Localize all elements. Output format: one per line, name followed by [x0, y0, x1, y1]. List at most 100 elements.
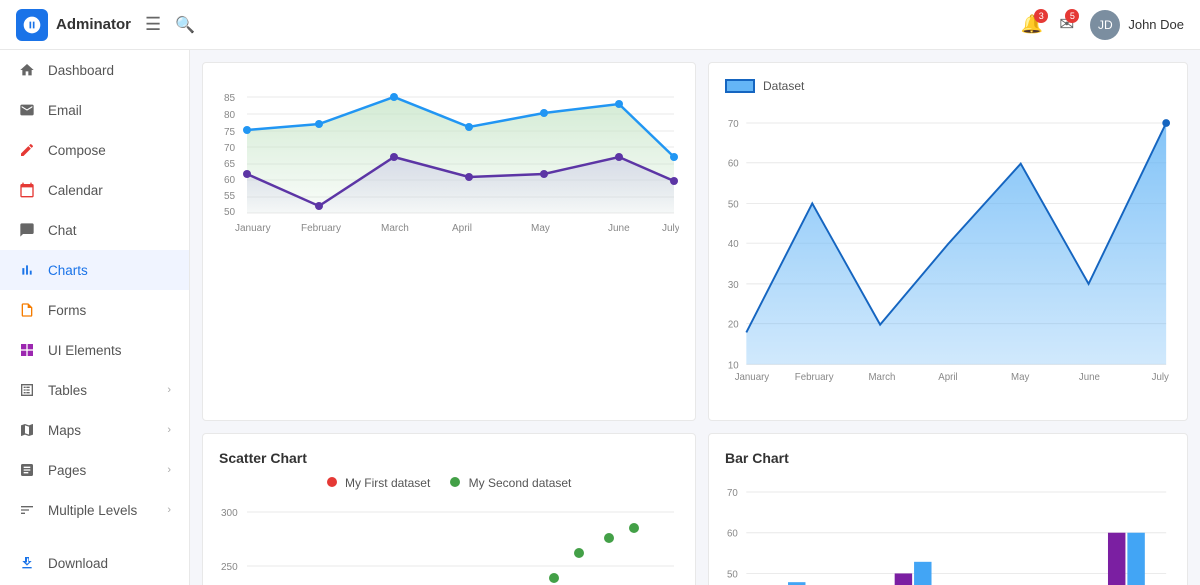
- svg-text:60: 60: [727, 529, 738, 540]
- sidebar-item-charts-label: Charts: [48, 263, 171, 278]
- sidebar-item-dashboard-label: Dashboard: [48, 63, 171, 78]
- line-chart-card: 85 80 75 70 65 60 55 50: [202, 62, 696, 421]
- dataset-legend-box: [725, 79, 755, 93]
- svg-text:February: February: [795, 372, 834, 383]
- user-profile[interactable]: JD John Doe: [1090, 10, 1184, 40]
- header-left: Adminator ☰ 🔍: [16, 9, 195, 41]
- sidebar-item-chat[interactable]: Chat: [0, 210, 189, 250]
- sidebar-item-download[interactable]: Download: [0, 541, 189, 585]
- hamburger-icon[interactable]: ☰: [145, 14, 161, 35]
- svg-text:70: 70: [224, 143, 236, 154]
- svg-text:60: 60: [728, 159, 739, 170]
- sidebar-item-ui-elements[interactable]: UI Elements: [0, 330, 189, 370]
- svg-text:April: April: [938, 372, 957, 383]
- logo: Adminator: [16, 9, 131, 41]
- sidebar-item-charts[interactable]: Charts: [0, 250, 189, 290]
- sidebar-item-calendar[interactable]: Calendar: [0, 170, 189, 210]
- bar-chart-card: Bar Chart 70 60 50: [708, 433, 1188, 585]
- svg-text:300: 300: [221, 508, 238, 519]
- svg-text:March: March: [868, 372, 895, 383]
- bar: [914, 562, 931, 585]
- sidebar-item-dashboard[interactable]: Dashboard: [0, 50, 189, 90]
- svg-text:75: 75: [224, 127, 236, 138]
- sidebar-item-compose[interactable]: Compose: [0, 130, 189, 170]
- svg-text:February: February: [301, 223, 341, 234]
- svg-text:85: 85: [224, 93, 236, 104]
- chat-icon: [18, 221, 36, 239]
- sidebar-item-multiple-levels[interactable]: Multiple Levels ›: [0, 490, 189, 530]
- sidebar-item-email-label: Email: [48, 103, 171, 118]
- avatar: JD: [1090, 10, 1120, 40]
- main-content: 85 80 75 70 65 60 55 50: [190, 50, 1200, 585]
- legend-dot-1: [327, 477, 337, 487]
- sidebar-item-email[interactable]: Email: [0, 90, 189, 130]
- user-name: John Doe: [1128, 17, 1184, 32]
- svg-text:70: 70: [727, 488, 738, 499]
- svg-text:70: 70: [728, 119, 739, 130]
- svg-text:May: May: [1011, 372, 1029, 383]
- mail-badge: 5: [1065, 9, 1079, 23]
- levels-arrow: ›: [167, 504, 171, 516]
- svg-text:June: June: [608, 223, 630, 234]
- search-icon[interactable]: 🔍: [175, 15, 195, 35]
- sidebar-item-pages[interactable]: Pages ›: [0, 450, 189, 490]
- svg-text:50: 50: [224, 207, 236, 218]
- header-icons: ☰ 🔍: [145, 14, 195, 35]
- area-chart-svg: 70 60 50 40 30 20 10: [725, 99, 1171, 399]
- tables-arrow: ›: [167, 384, 171, 396]
- bar-chart-title: Bar Chart: [725, 450, 1171, 466]
- charts-icon: [18, 261, 36, 279]
- scatter-legend-1: My First dataset: [327, 476, 431, 490]
- sidebar-item-chat-label: Chat: [48, 223, 171, 238]
- sidebar-item-levels-label: Multiple Levels: [48, 503, 155, 518]
- sidebar-item-forms[interactable]: Forms: [0, 290, 189, 330]
- svg-text:20: 20: [728, 320, 739, 331]
- svg-text:January: January: [235, 223, 271, 234]
- bar-chart-svg: 70 60 50: [725, 476, 1171, 585]
- svg-text:April: April: [452, 223, 472, 234]
- calendar-icon: [18, 181, 36, 199]
- svg-text:July: July: [662, 223, 679, 234]
- notifications-button[interactable]: 🔔 3: [1021, 14, 1043, 35]
- compose-icon: [18, 141, 36, 159]
- sidebar-item-pages-label: Pages: [48, 463, 155, 478]
- svg-text:March: March: [381, 223, 409, 234]
- sidebar-item-maps[interactable]: Maps ›: [0, 410, 189, 450]
- forms-icon: [18, 301, 36, 319]
- svg-text:June: June: [1079, 372, 1100, 383]
- svg-text:60: 60: [224, 175, 236, 186]
- scatter-chart-title: Scatter Chart: [219, 450, 679, 466]
- pages-arrow: ›: [167, 464, 171, 476]
- notifications-badge: 3: [1034, 9, 1048, 23]
- sidebar: Dashboard Email Compose Calendar Chat: [0, 50, 190, 585]
- sidebar-item-calendar-label: Calendar: [48, 183, 171, 198]
- legend-dot-2: [450, 477, 460, 487]
- maps-arrow: ›: [167, 424, 171, 436]
- sidebar-item-forms-label: Forms: [48, 303, 171, 318]
- mail-button[interactable]: ✉ 5: [1059, 14, 1074, 35]
- svg-text:50: 50: [728, 199, 739, 210]
- ui-icon: [18, 341, 36, 359]
- svg-text:80: 80: [224, 110, 236, 121]
- bar: [1108, 533, 1125, 585]
- email-icon: [18, 101, 36, 119]
- svg-text:July: July: [1152, 372, 1169, 383]
- tables-icon: [18, 381, 36, 399]
- home-icon: [18, 61, 36, 79]
- sidebar-item-maps-label: Maps: [48, 423, 155, 438]
- svg-text:January: January: [735, 372, 770, 383]
- download-icon: [18, 554, 36, 572]
- dataset-legend-label: Dataset: [763, 79, 804, 93]
- sidebar-item-tables[interactable]: Tables ›: [0, 370, 189, 410]
- svg-text:30: 30: [728, 280, 739, 291]
- sidebar-item-compose-label: Compose: [48, 143, 171, 158]
- main-layout: Dashboard Email Compose Calendar Chat: [0, 50, 1200, 585]
- svg-text:50: 50: [727, 569, 738, 580]
- logo-icon: [16, 9, 48, 41]
- svg-text:65: 65: [224, 159, 236, 170]
- sidebar-item-ui-label: UI Elements: [48, 343, 171, 358]
- scatter-chart-card: Scatter Chart My First dataset My Second…: [202, 433, 696, 585]
- header-right: 🔔 3 ✉ 5 JD John Doe: [1021, 10, 1184, 40]
- line-chart-svg: 85 80 75 70 65 60 55 50: [219, 79, 679, 239]
- sidebar-item-tables-label: Tables: [48, 383, 155, 398]
